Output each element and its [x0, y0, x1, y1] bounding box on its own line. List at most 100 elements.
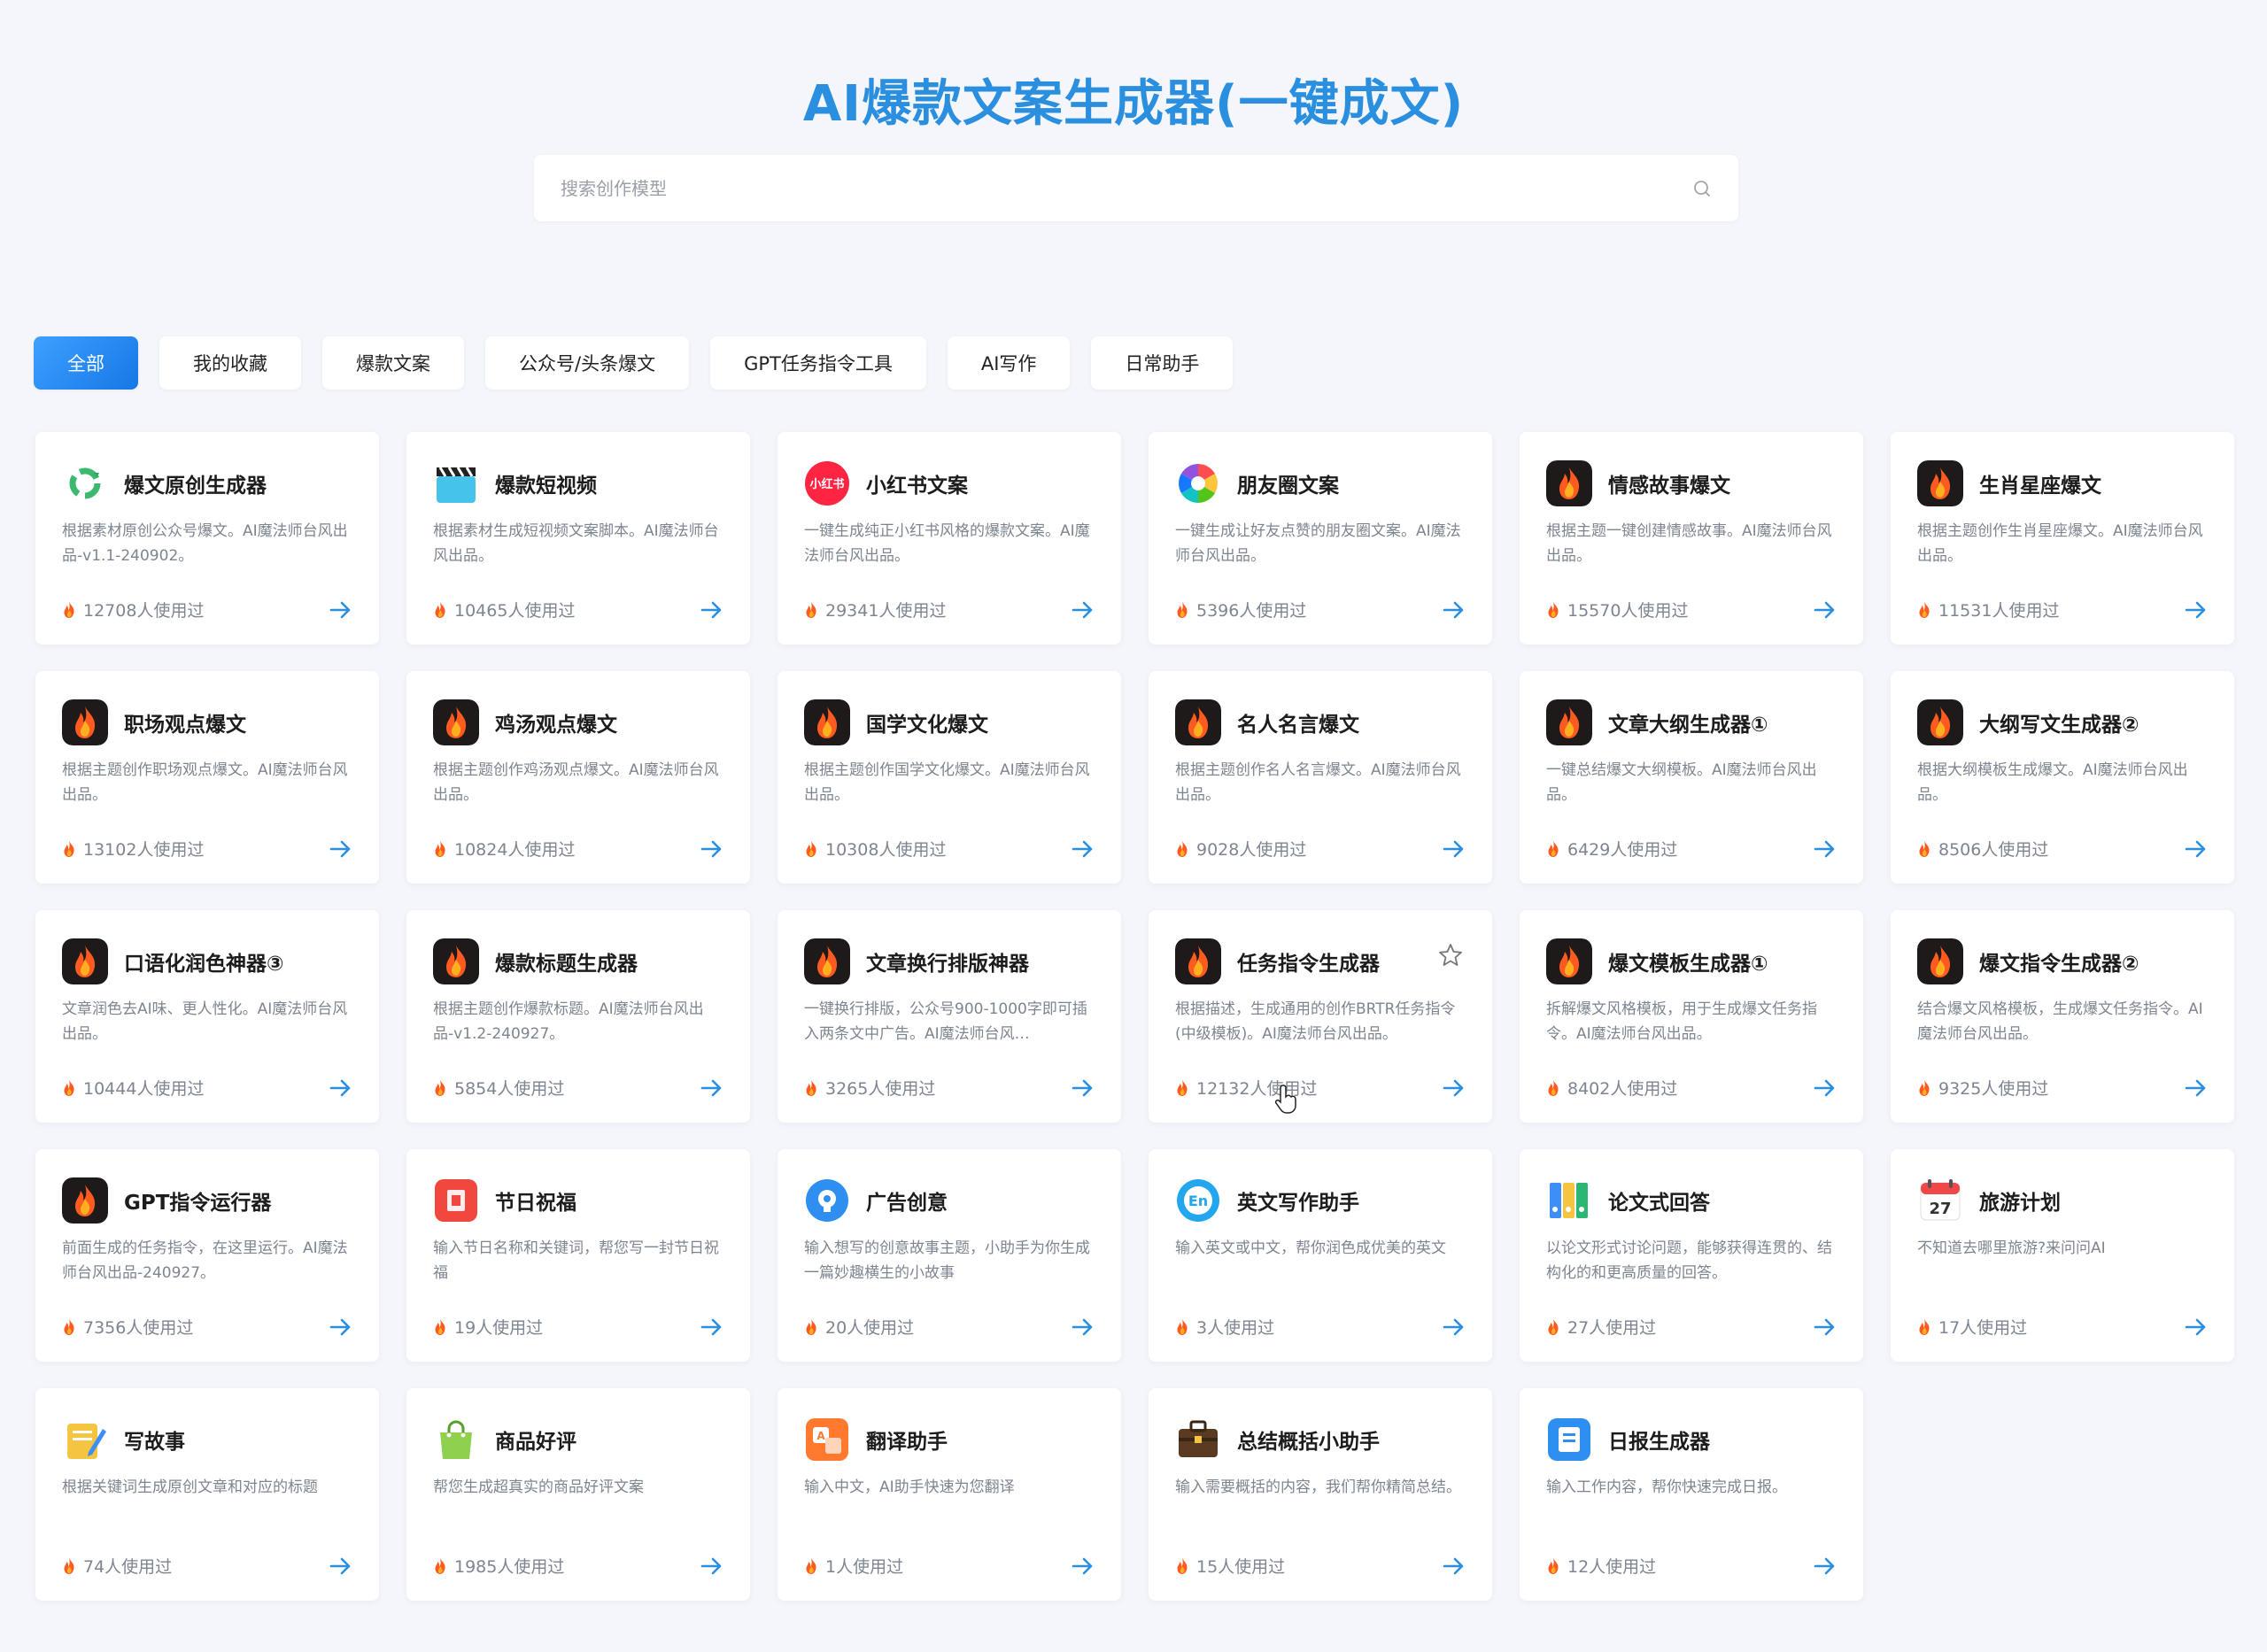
fire-icon: [1177, 1318, 1188, 1335]
model-card[interactable]: 总结概括小助手 输入需要概括的内容，我们帮你精简总结。 15人使用过: [1149, 1388, 1492, 1601]
arrow-right-icon[interactable]: [1072, 839, 1095, 859]
model-card[interactable]: 论文式回答 以论文形式讨论问题，能够获得连贯的、结构化的和更高质量的回答。 27人使…: [1520, 1149, 1863, 1362]
card-title: 论文式回答: [1608, 1192, 1710, 1215]
arrow-right-icon[interactable]: [329, 839, 352, 859]
xiaohongshu-logo-icon: 小红书: [804, 460, 850, 506]
model-card[interactable]: 日报生成器 输入工作内容，帮你快速完成日报。 12人使用过: [1520, 1388, 1863, 1601]
card-description: 根据主题创作名人名言爆文。AI魔法师台风出品。: [1175, 761, 1461, 804]
usage-text: 12132人使用过: [1196, 1079, 1318, 1099]
arrow-right-icon[interactable]: [1814, 1317, 1837, 1337]
tab-0[interactable]: 全部: [34, 336, 138, 390]
fire-icon: [62, 1177, 108, 1224]
fire-icon: [1919, 1318, 1930, 1335]
arrow-right-icon[interactable]: [2185, 839, 2208, 859]
model-card[interactable]: 文章换行排版神器 一键换行排版，公众号900-1000字即可插入两条文中广告。AI…: [778, 910, 1121, 1123]
arrow-right-icon[interactable]: [1072, 600, 1095, 620]
tab-6[interactable]: 日常助手: [1091, 336, 1234, 390]
model-card[interactable]: 鸡汤观点爆文 根据主题创作鸡汤观点爆文。AI魔法师台风出品。 10824人使用过: [406, 671, 750, 884]
model-card[interactable]: 口语化润色神器③ 文章润色去AI味、更人性化。AI魔法师台风出品。 10444人使用…: [35, 910, 379, 1123]
model-card[interactable]: 任务指令生成器 根据描述，生成通用的创作BRTR任务指令(中级模板)。AI魔法师台…: [1149, 910, 1492, 1123]
arrow-right-icon[interactable]: [1814, 600, 1837, 620]
model-card[interactable]: 大纲写文生成器② 根据大纲模板生成爆文。AI魔法师台风出品。 8506人使用过: [1891, 671, 2234, 884]
search-bar[interactable]: [534, 155, 1738, 221]
fire-icon: [62, 938, 108, 984]
arrow-right-icon[interactable]: [700, 839, 723, 859]
arrow-right-icon[interactable]: [1443, 839, 1466, 859]
binders-icon: [1546, 1177, 1592, 1224]
usage-text: 10465人使用过: [454, 601, 576, 621]
arrow-right-icon[interactable]: [1443, 1078, 1466, 1098]
model-card[interactable]: 商品好评 帮您生成超真实的商品好评文案 1985人使用过: [406, 1388, 750, 1601]
arrow-right-icon[interactable]: [1072, 1556, 1095, 1576]
arrow-right-icon[interactable]: [1814, 1556, 1837, 1576]
tab-1[interactable]: 我的收藏: [159, 336, 301, 390]
search-icon[interactable]: [1692, 179, 1712, 198]
fire-icon: [64, 1079, 74, 1096]
card-description: 输入需要概括的内容，我们帮你精简总结。: [1175, 1478, 1461, 1496]
model-card[interactable]: 文章大纲生成器① 一键总结爆文大纲模板。AI魔法师台风出品。 6429人使用过: [1520, 671, 1863, 884]
model-card[interactable]: 爆款标题生成器根据主题创作爆款标题。AI魔法师台风出品-v1.2-240927。…: [406, 910, 750, 1123]
arrow-right-icon[interactable]: [700, 1078, 723, 1098]
card-title: 商品好评: [495, 1431, 576, 1454]
tab-2[interactable]: 爆款文案: [322, 336, 464, 390]
usage-count: 27人使用过: [1546, 1315, 1656, 1339]
fire-icon: [1548, 1318, 1559, 1335]
tab-3[interactable]: 公众号/头条爆文: [485, 336, 690, 390]
card-description: 文章润色去AI味、更人性化。AI魔法师台风出品。: [62, 1000, 348, 1043]
usage-count: 11531人使用过: [1917, 598, 2059, 621]
fire-icon: [435, 1079, 445, 1096]
arrow-right-icon[interactable]: [1072, 1078, 1095, 1098]
svg-text:En: En: [1188, 1193, 1208, 1209]
arrow-right-icon[interactable]: [2185, 1078, 2208, 1098]
model-card[interactable]: 广告创意 输入想写的创意故事主题，小助手为你生成一篇妙趣横生的小故事 20人使用过: [778, 1149, 1121, 1362]
card-description: 根据素材生成短视频文案脚本。AI魔法师台风出品。: [433, 522, 719, 565]
model-card[interactable]: GPT指令运行器 前面生成的任务指令，在这里运行。AI魔法师台风出品-240927…: [35, 1149, 379, 1362]
arrow-right-icon[interactable]: [700, 1317, 723, 1337]
arrow-right-icon[interactable]: [2185, 600, 2208, 620]
arrow-right-icon[interactable]: [329, 1317, 352, 1337]
arrow-right-icon[interactable]: [2185, 1317, 2208, 1337]
fire-icon: [1548, 840, 1559, 857]
card-title: 爆款标题生成器: [495, 953, 638, 976]
usage-text: 20人使用过: [825, 1318, 915, 1338]
card-title: 口语化润色神器③: [124, 953, 284, 976]
arrow-right-icon[interactable]: [700, 1556, 723, 1576]
arrow-right-icon[interactable]: [1443, 600, 1466, 620]
tab-5[interactable]: AI写作: [947, 336, 1071, 390]
model-card[interactable]: 爆文原创生成器 根据素材原创公众号爆文。AI魔法师台风出品-v1.1-240902…: [35, 432, 379, 645]
calendar-icon: 27: [1917, 1177, 1963, 1224]
arrow-right-icon[interactable]: [700, 600, 723, 620]
tab-4[interactable]: GPT任务指令工具: [710, 336, 926, 390]
model-card[interactable]: 朋友圈文案 一键生成让好友点赞的朋友圈文案。AI魔法师台风出品。 5396人使用过: [1149, 432, 1492, 645]
arrow-right-icon[interactable]: [329, 1078, 352, 1098]
card-description: 输入中文，AI助手快速为您翻译: [804, 1478, 1015, 1496]
model-card[interactable]: 爆文模板生成器① 拆解爆文风格模板，用于生成爆文任务指令。AI魔法师台风出品。 84…: [1520, 910, 1863, 1123]
model-card[interactable]: 27 旅游计划 不知道去哪里旅游?来问问AI 17人使用过: [1891, 1149, 2234, 1362]
card-title: 爆文模板生成器①: [1608, 953, 1768, 976]
arrow-right-icon[interactable]: [1443, 1556, 1466, 1576]
model-card[interactable]: A 翻译助手 输入中文，AI助手快速为您翻译 1人使用过: [778, 1388, 1121, 1601]
model-card[interactable]: 情感故事爆文 根据主题一键创建情感故事。AI魔法师台风出品。 15570人使用过: [1520, 432, 1863, 645]
arrow-right-icon[interactable]: [1814, 839, 1837, 859]
model-card[interactable]: 爆款短视频 根据素材生成短视频文案脚本。AI魔法师台风出品。 10465人使用过: [406, 432, 750, 645]
arrow-right-icon[interactable]: [1443, 1317, 1466, 1337]
arrow-right-icon[interactable]: [329, 1556, 352, 1576]
star-outline-icon[interactable]: [1437, 942, 1464, 969]
usage-text: 10444人使用过: [83, 1079, 205, 1099]
model-card[interactable]: 节日祝福 输入节日名称和关键词，帮您写一封节日祝福 19人使用过: [406, 1149, 750, 1362]
search-input[interactable]: [561, 177, 1692, 199]
fire-icon: [1177, 840, 1188, 857]
card-description: 根据主题创作爆款标题。AI魔法师台风出品-v1.2-240927。: [433, 1000, 704, 1043]
arrow-right-icon[interactable]: [329, 600, 352, 620]
model-card[interactable]: En 英文写作助手 输入英文或中文，帮你润色成优美的英文 3人使用过: [1149, 1149, 1492, 1362]
arrow-right-icon[interactable]: [1072, 1317, 1095, 1337]
model-card[interactable]: 职场观点爆文 根据主题创作职场观点爆文。AI魔法师台风出品。 13102人使用过: [35, 671, 379, 884]
model-card[interactable]: 小红书 小红书文案 一键生成纯正小红书风格的爆款文案。AI魔法师台风出品。 29341…: [778, 432, 1121, 645]
model-card[interactable]: 写故事 根据关键词生成原创文章和对应的标题 74人使用过: [35, 1388, 379, 1601]
arrow-right-icon[interactable]: [1814, 1078, 1837, 1098]
model-card[interactable]: 生肖星座爆文 根据主题创作生肖星座爆文。AI魔法师台风出品。 11531人使用过: [1891, 432, 2234, 645]
model-card[interactable]: 爆文指令生成器② 结合爆文风格模板，生成爆文任务指令。AI魔法师台风出品。 9325…: [1891, 910, 2234, 1123]
model-card[interactable]: 名人名言爆文 根据主题创作名人名言爆文。AI魔法师台风出品。 9028人使用过: [1149, 671, 1492, 884]
usage-text: 13102人使用过: [83, 840, 205, 860]
model-card[interactable]: 国学文化爆文 根据主题创作国学文化爆文。AI魔法师台风出品。 10308人使用过: [778, 671, 1121, 884]
